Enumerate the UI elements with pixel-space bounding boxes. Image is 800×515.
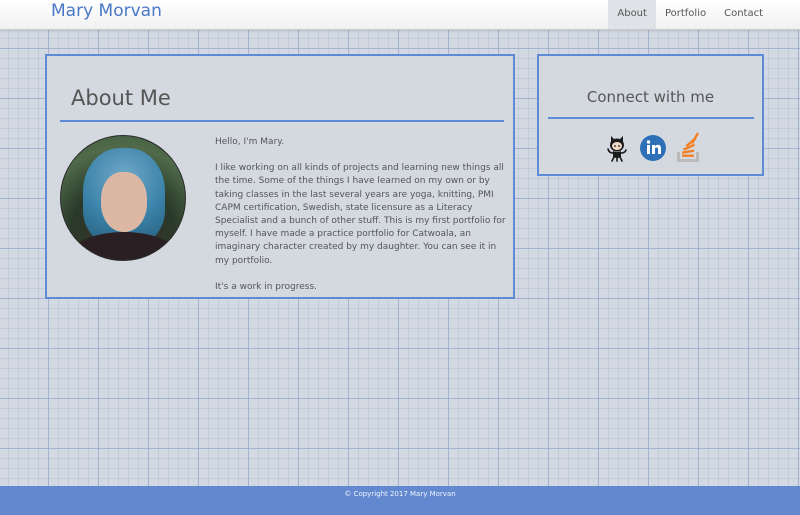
about-paragraph: I like working on all kinds of projects … — [215, 163, 506, 266]
photo-shoulders — [69, 232, 179, 260]
top-navbar: Mary Morvan About Portfolio Contact — [0, 0, 800, 30]
connect-title: Connect with me — [586, 88, 715, 106]
about-title: About Me — [71, 86, 171, 110]
about-greeting: Hello, I'm Mary. — [215, 137, 285, 147]
main-nav: About Portfolio Contact — [608, 0, 772, 29]
about-closing: It's a work in progress. — [215, 281, 318, 292]
brand-link[interactable]: Mary Morvan — [51, 1, 162, 21]
about-text: Hello, I'm Mary. I like working on all k… — [215, 136, 507, 307]
photo-face — [101, 172, 147, 232]
about-card: About Me Hello, I'm Mary. I like working… — [45, 54, 515, 299]
connect-divider — [548, 117, 754, 119]
linkedin-icon[interactable] — [639, 134, 667, 166]
nav-portfolio[interactable]: Portfolio — [656, 0, 715, 29]
copyright-text: © Copyright 2017 Mary Morvan — [344, 490, 456, 498]
profile-photo — [60, 135, 186, 261]
github-icon[interactable] — [603, 134, 631, 166]
nav-about[interactable]: About — [608, 0, 656, 29]
stackoverflow-icon[interactable] — [675, 132, 703, 168]
nav-contact[interactable]: Contact — [715, 0, 772, 29]
connect-card: Connect with me — [537, 54, 764, 176]
footer: © Copyright 2017 Mary Morvan — [0, 486, 800, 515]
about-divider — [60, 120, 504, 122]
social-icons — [603, 132, 711, 168]
